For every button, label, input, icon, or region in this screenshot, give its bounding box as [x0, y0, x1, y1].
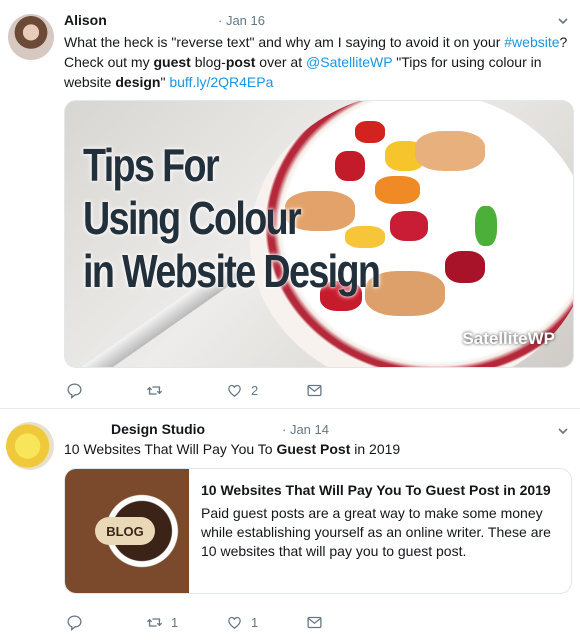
candy-graphic [390, 211, 428, 241]
bold-term: guest [153, 54, 191, 70]
candy-graphic [475, 206, 497, 246]
hashtag-link[interactable]: #website [504, 34, 559, 50]
tweet-text-segment: What the heck is "reverse text" and why … [64, 34, 505, 50]
chevron-down-icon[interactable] [558, 426, 568, 436]
tweet[interactable]: Design Studio · Jan 14 10 Websites That … [0, 409, 580, 644]
tweet-actions: 2 [64, 380, 364, 400]
author-name[interactable]: Design Studio [111, 421, 205, 437]
tweet-text: 10 Websites That Will Pay You To Guest P… [64, 439, 568, 459]
envelope-icon [307, 616, 322, 628]
media-headline: Tips For Using Colour in Website Design [83, 139, 381, 298]
tweet-text-segment: blog- [190, 54, 226, 70]
candy-graphic [445, 251, 485, 283]
bold-term: post [225, 54, 256, 70]
cereal-graphic [415, 131, 485, 171]
short-url-link[interactable]: buff.ly/2QR4EPa [169, 74, 273, 90]
tweet-text-segment: 10 Websites That Will Pay You To [64, 441, 277, 457]
headline-line: Using Colour [83, 192, 302, 244]
tweet-text-segment: " [160, 74, 170, 90]
reply-button[interactable] [66, 612, 91, 632]
card-thumbnail: BLOG [65, 469, 189, 593]
avatar[interactable] [6, 422, 54, 470]
like-button[interactable]: 2 [226, 380, 258, 400]
heart-icon [228, 616, 241, 629]
reply-button[interactable] [66, 380, 91, 400]
like-button[interactable]: 1 [226, 612, 258, 632]
retweet-button[interactable] [146, 380, 171, 400]
blog-badge: BLOG [95, 517, 155, 545]
link-preview-card[interactable]: BLOG 10 Websites That Will Pay You To Gu… [64, 468, 572, 594]
bold-term: design [115, 74, 161, 90]
like-count: 2 [251, 382, 259, 398]
headline-line: in Website Design [83, 245, 381, 297]
headline-line: Tips For [83, 139, 220, 191]
retweet-button[interactable]: 1 [146, 612, 178, 632]
direct-message-button[interactable] [306, 380, 323, 400]
like-count: 1 [251, 614, 259, 630]
bold-term: Guest Post [276, 441, 351, 457]
brand-logo-text: SatelliteWP [462, 329, 555, 348]
tweet[interactable]: Alison · Jan 16 What the heck is "revers… [0, 0, 580, 409]
card-description: Paid guest posts are a great way to make… [201, 505, 551, 559]
chevron-down-icon[interactable] [558, 16, 568, 26]
tweet-text-segment: over at [255, 54, 307, 70]
reply-icon [67, 382, 82, 399]
tweet-date[interactable]: · Jan 14 [282, 422, 329, 437]
heart-icon [228, 384, 241, 397]
author-name[interactable]: Alison [64, 12, 107, 28]
tweet-media-image[interactable]: Tips For Using Colour in Website Design … [64, 100, 574, 368]
avatar[interactable] [8, 14, 54, 60]
tweet-actions: 1 1 [64, 612, 364, 632]
card-title: 10 Websites That Will Pay You To Guest P… [201, 482, 551, 498]
mention-link[interactable]: @SatelliteWP [306, 54, 392, 70]
retweet-count: 1 [171, 614, 179, 630]
reply-icon [67, 614, 82, 631]
retweet-icon [146, 617, 163, 627]
tweet-date[interactable]: · Jan 16 [218, 13, 265, 28]
satellite-icon [425, 326, 451, 352]
envelope-icon [307, 384, 322, 396]
direct-message-button[interactable] [306, 612, 323, 632]
tweet-text-segment: in 2019 [350, 441, 401, 457]
candy-graphic [375, 176, 420, 204]
retweet-icon [146, 385, 163, 395]
tweet-text: What the heck is "reverse text" and why … [64, 32, 568, 92]
